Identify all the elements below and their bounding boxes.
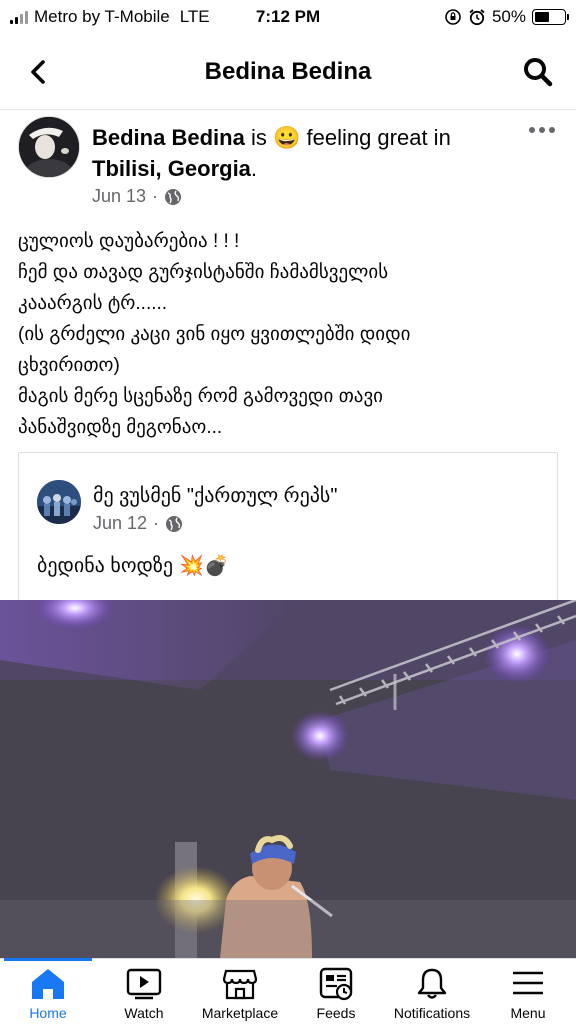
signal-strength-icon <box>10 10 28 24</box>
bottom-tab-bar: Home Watch Marketplace Feeds Notificatio… <box>0 958 576 1024</box>
post-body-line: ცულიოს დაუბარებია ! ! ! <box>18 231 240 252</box>
network-type: LTE <box>179 7 210 26</box>
post-date[interactable]: Jun 13 <box>92 186 146 207</box>
search-button[interactable] <box>518 52 558 92</box>
post-body-line: პანაშვიდზე მეგონაო... <box>18 417 223 438</box>
menu-icon <box>513 971 543 995</box>
post-body-line: კააარგის ტრ...... <box>18 293 168 314</box>
more-dot-icon <box>529 127 535 133</box>
meta-separator: · <box>153 513 160 533</box>
page-title: Bedina Bedina <box>204 57 372 85</box>
video-player[interactable] <box>0 600 576 958</box>
author-avatar[interactable] <box>18 116 80 178</box>
location-period: . <box>250 156 258 181</box>
tab-label: Marketplace <box>201 1005 279 1021</box>
post-body-line: ცხვირითო) <box>18 355 120 376</box>
author-name-link[interactable]: Bedina Bedina <box>92 125 245 150</box>
shared-post-date[interactable]: Jun 12 <box>93 513 147 534</box>
tab-marketplace[interactable]: Marketplace <box>192 959 288 1024</box>
post-options-button[interactable] <box>524 118 560 142</box>
battery-level <box>535 12 549 22</box>
globe-icon <box>166 515 183 532</box>
tab-label: Watch <box>124 1005 164 1021</box>
notifications-icon <box>417 968 447 999</box>
status-bar: Metro by T-Mobile LTE 7:12 PM 50% <box>0 0 576 34</box>
tab-label: Menu <box>510 1005 546 1021</box>
marketplace-icon <box>222 969 258 1000</box>
meta-separator: · <box>152 186 159 206</box>
battery-percent: 50% <box>491 7 526 26</box>
chevron-left-icon <box>31 60 45 84</box>
tab-label: Home <box>29 1005 67 1021</box>
tab-watch[interactable]: Watch <box>96 959 192 1024</box>
post-header: Bedina Bedina is 😀 feeling great in Tbil… <box>92 122 512 184</box>
more-dot-icon <box>549 127 555 133</box>
tab-home[interactable]: Home <box>0 958 96 1024</box>
feeds-icon <box>319 967 353 1001</box>
more-dot-icon <box>539 127 545 133</box>
tab-feeds[interactable]: Feeds <box>288 959 384 1024</box>
shared-page-avatar[interactable] <box>37 480 81 524</box>
globe-icon <box>165 188 182 205</box>
carrier-name: Metro by T-Mobile <box>34 7 170 26</box>
watch-icon <box>126 968 162 1000</box>
shared-post-emojis: 💥💣 <box>179 555 229 577</box>
tab-notifications[interactable]: Notifications <box>384 959 480 1024</box>
post-meta: Jun 13 · <box>92 186 182 207</box>
shared-post-card[interactable]: მე ვუსმენ "ქართულ რეპს" Jun 12 · ბედინა … <box>18 452 558 612</box>
shared-post-caption: ბედინა ხოდზე <box>37 555 174 577</box>
shared-post-text: ბედინა ხოდზე 💥💣 <box>37 553 229 578</box>
location-link[interactable]: Tbilisi, Georgia <box>92 156 251 181</box>
feeling-emoji: 😀 <box>272 125 301 150</box>
battery-icon <box>532 9 569 25</box>
is-text: is <box>250 125 267 150</box>
home-icon <box>32 969 64 999</box>
post-body-line: ჩემ და თავად გურჯისტანში ჩამამსველის <box>18 262 389 283</box>
post-body: ცულიოს დაუბარებია ! ! ! ჩემ და თავად გურ… <box>18 226 558 443</box>
post-body-line: (ის გრძელი კაცი ვინ იყო ყვითლებში დიდი <box>18 324 411 345</box>
search-icon <box>524 58 553 87</box>
shared-post-meta: Jun 12 · <box>93 513 183 534</box>
tab-label: Feeds <box>316 1005 356 1021</box>
post-body-line: მაგის მერე სცენაზე რომ გამოვედი თავი <box>18 386 384 407</box>
alarm-icon <box>469 9 485 26</box>
shared-page-name[interactable]: მე ვუსმენ "ქართულ რეპს" <box>93 483 337 508</box>
page-header: Bedina Bedina <box>0 34 576 110</box>
tab-menu[interactable]: Menu <box>480 959 576 1024</box>
tab-label: Notifications <box>393 1005 471 1021</box>
back-button[interactable] <box>20 54 56 90</box>
orientation-lock-icon <box>445 9 461 25</box>
feeling-text: feeling great in <box>306 125 451 150</box>
